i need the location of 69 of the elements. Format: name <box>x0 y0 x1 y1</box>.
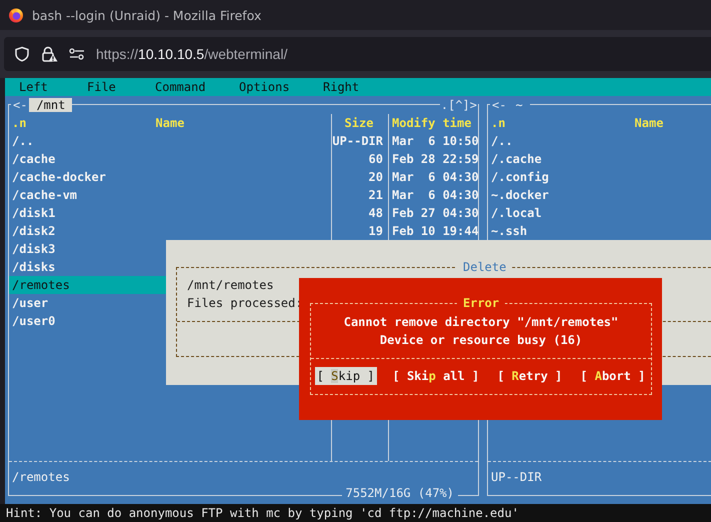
file-size: 48 <box>368 206 383 220</box>
file-size: 60 <box>368 152 383 166</box>
selected-file-info: UP--DIR <box>491 470 542 484</box>
file-name: /.cache <box>491 152 542 166</box>
selected-file-info: /remotes <box>12 470 70 484</box>
file-name: /.. <box>12 134 34 148</box>
file-row[interactable]: /cache-docker 20 Mar 6 04:30 <box>9 168 478 186</box>
file-name: /.. <box>491 134 513 148</box>
panel-corner-controls[interactable]: .[^]> <box>440 98 478 112</box>
menu-item[interactable]: Left <box>19 80 87 94</box>
file-size: 19 <box>368 224 383 238</box>
browser-logo-icon <box>8 7 24 23</box>
lock-warning-icon[interactable] <box>40 46 58 62</box>
hint-text: Hint: You can do anonymous FTP with mc by typing 'cd ftp://machine.edu' <box>6 506 519 520</box>
file-row[interactable]: /.cache <box>488 150 711 168</box>
menu-item[interactable]: Command <box>155 80 239 94</box>
column-header[interactable]: Name <box>156 116 184 130</box>
modify-time: Feb 10 19:44 <box>392 224 479 238</box>
progress-text: /mnt/remotes <box>187 278 274 292</box>
file-name: ~.ssh <box>491 224 528 238</box>
file-size: UP--DIR <box>332 134 383 148</box>
file-size: 20 <box>368 170 383 184</box>
file-size: 21 <box>368 188 383 202</box>
column-header[interactable]: Name <box>634 116 664 130</box>
shield-icon[interactable] <box>14 46 30 62</box>
menu-item[interactable]: Options <box>239 80 323 94</box>
file-row[interactable]: /cache 60 Feb 28 22:59 <box>9 150 478 168</box>
address-bar[interactable]: https://10.10.10.5/webterminal/ <box>4 37 711 71</box>
file-name: /cache <box>12 152 56 166</box>
file-name: /remotes <box>12 278 70 292</box>
modify-time: Mar 6 10:50 <box>392 134 479 148</box>
file-name: /.config <box>491 170 549 184</box>
file-row[interactable]: /.. UP--DIR Mar 6 10:50 <box>9 132 478 150</box>
file-name: /cache-vm <box>12 188 78 202</box>
file-name: /cache-docker <box>12 170 106 184</box>
url-text: https://10.10.10.5/webterminal/ <box>96 46 288 62</box>
error-message: Cannot remove directory "/mnt/remotes" <box>344 315 618 329</box>
menu-item[interactable]: File <box>87 80 155 94</box>
progress-text: Files processed: <box>187 296 303 310</box>
error-message: Device or resource busy (16) <box>380 333 582 347</box>
permissions-icon[interactable] <box>68 47 86 61</box>
column-header[interactable]: Modify time <box>392 116 472 130</box>
file-row[interactable]: ~.docker <box>488 186 711 204</box>
file-row[interactable]: /.config <box>488 168 711 186</box>
modify-time: Mar 6 04:30 <box>392 188 479 202</box>
file-name: /disk1 <box>12 206 56 220</box>
file-name: /.local <box>491 206 542 220</box>
column-header[interactable]: Size <box>344 116 374 130</box>
file-row[interactable]: /cache-vm 21 Mar 6 04:30 <box>9 186 478 204</box>
sort-indicator[interactable]: .n <box>491 116 506 130</box>
file-row[interactable]: /.. <box>488 132 711 150</box>
dialog-button[interactable]: [ Skip all ] <box>390 367 482 385</box>
modify-time: Feb 27 04:30 <box>392 206 479 220</box>
file-row[interactable]: /.local <box>488 204 711 222</box>
file-name: ~.docker <box>491 188 549 202</box>
file-row[interactable]: ~.ssh <box>488 222 711 240</box>
panel-path[interactable]: /mnt <box>29 98 72 112</box>
sort-indicator[interactable]: .n <box>12 116 26 130</box>
disk-usage: 7552M/16G (47%) <box>342 486 458 500</box>
file-name: /disk3 <box>12 242 56 256</box>
dialog-button[interactable]: [ Retry ] <box>495 367 564 385</box>
file-name: /disk2 <box>12 224 56 238</box>
modify-time: Feb 28 22:59 <box>392 152 479 166</box>
menu-item[interactable]: Right <box>323 80 391 94</box>
dialog-button[interactable]: [ Abort ] <box>578 367 648 385</box>
dialog-button[interactable]: [ Skip ] <box>314 367 376 385</box>
modify-time: Mar 6 04:30 <box>392 170 479 184</box>
window-title: bash --login (Unraid) - Mozilla Firefox <box>32 8 262 22</box>
file-row[interactable]: /disk1 48 Feb 27 04:30 <box>9 204 478 222</box>
